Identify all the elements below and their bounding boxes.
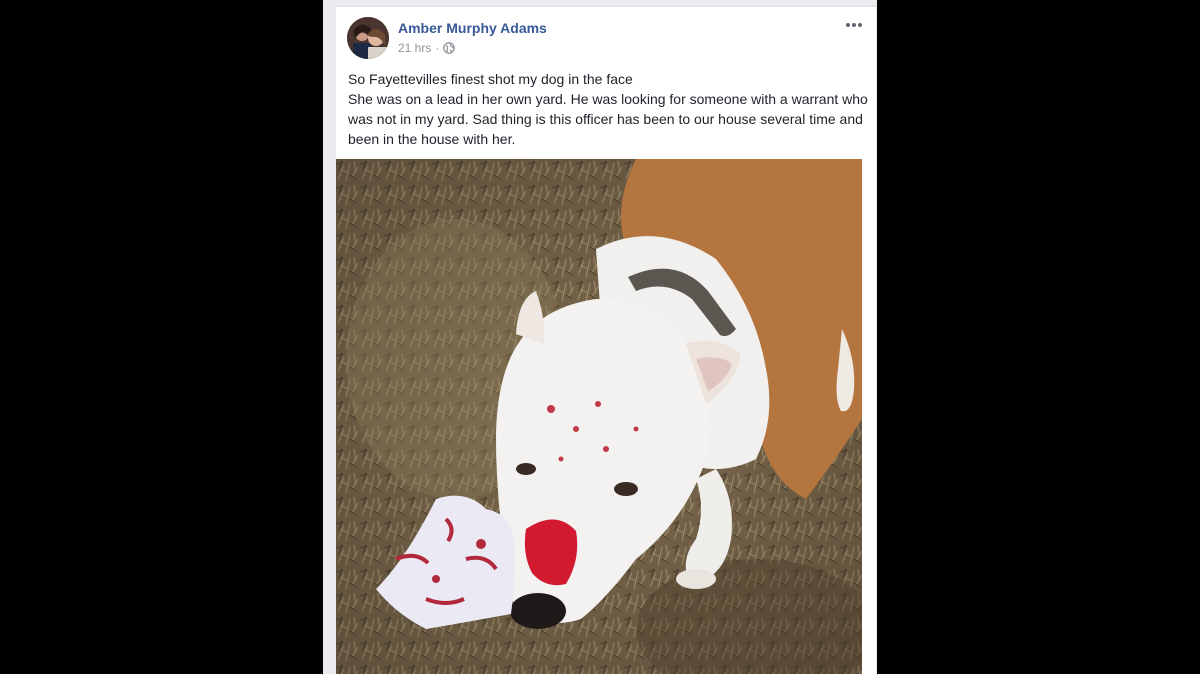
- author-name-link[interactable]: Amber Murphy Adams: [398, 20, 547, 36]
- more-options-icon: [846, 23, 862, 27]
- post-meta: 21 hrs ·: [398, 41, 456, 55]
- post-timestamp[interactable]: 21 hrs: [398, 41, 431, 55]
- post-text-line-1: So Fayettevilles finest shot my dog in t…: [348, 71, 633, 87]
- avatar-photo-icon: [347, 17, 389, 59]
- letterbox-left: [0, 0, 323, 674]
- injured-dog-photo: [336, 159, 862, 674]
- meta-separator: ·: [435, 41, 440, 55]
- facebook-post-card: Amber Murphy Adams 21 hrs · So Fayettevi…: [336, 6, 876, 674]
- author-avatar[interactable]: [347, 17, 389, 59]
- globe-icon[interactable]: [443, 42, 456, 54]
- post-body-text: So Fayettevilles finest shot my dog in t…: [348, 69, 868, 149]
- post-photo[interactable]: [336, 159, 862, 674]
- post-text-line-2: She was on a lead in her own yard. He wa…: [348, 91, 868, 147]
- letterbox-right: [877, 0, 1200, 674]
- screenshot-stage: Amber Murphy Adams 21 hrs · So Fayettevi…: [0, 0, 1200, 674]
- more-options-button[interactable]: [842, 17, 866, 33]
